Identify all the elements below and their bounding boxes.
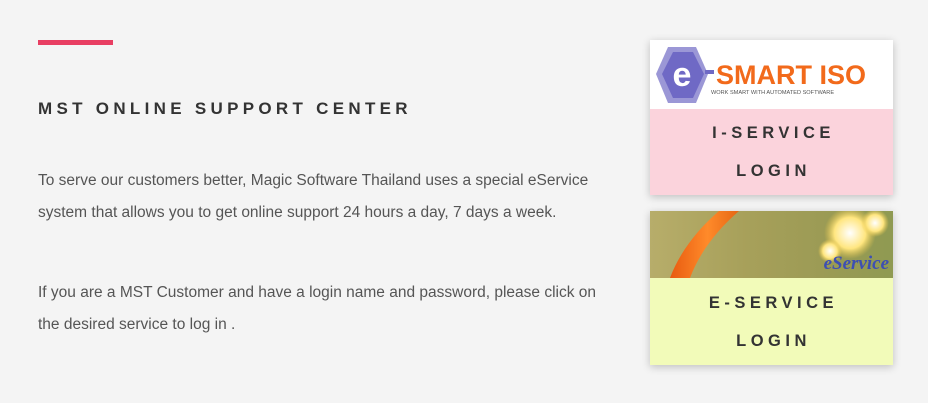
iservice-login-label[interactable]: I-SERVICE LOGIN bbox=[650, 109, 893, 195]
eservice-banner-graphic: eService bbox=[670, 211, 890, 278]
intro-paragraph: To serve our customers better, Magic Sof… bbox=[38, 172, 589, 221]
accent-bar bbox=[38, 40, 113, 45]
logo-title: SMART ISO bbox=[716, 60, 866, 90]
logo-e-letter: e bbox=[673, 56, 692, 94]
iservice-label-line2: LOGIN bbox=[736, 162, 811, 180]
eservice-label-line1: E-SERVICE bbox=[708, 293, 839, 312]
eservice-logo-text: eService bbox=[824, 253, 890, 274]
page-title: MST ONLINE SUPPORT CENTER bbox=[38, 99, 412, 118]
eservice-label-line2: LOGIN bbox=[736, 331, 811, 350]
login-instructions-paragraph: If you are a MST Customer and have a log… bbox=[38, 284, 597, 333]
logo-tagline: WORK SMART WITH AUTOMATED SOFTWARE bbox=[711, 90, 834, 96]
eservice-login-card[interactable]: eService E-SERVICE LOGIN bbox=[650, 211, 893, 365]
esmart-iso-logo-graphic: e SMART ISO WORK SMART WITH AUTOMATED SO… bbox=[656, 47, 866, 103]
eservice-banner-image: eService bbox=[650, 211, 893, 278]
iservice-login-card[interactable]: e SMART ISO WORK SMART WITH AUTOMATED SO… bbox=[650, 40, 893, 195]
iservice-label-line1: I-SERVICE bbox=[712, 124, 835, 142]
eservice-login-label[interactable]: E-SERVICE LOGIN bbox=[650, 278, 893, 365]
esmart-iso-logo: e SMART ISO WORK SMART WITH AUTOMATED SO… bbox=[650, 40, 893, 109]
